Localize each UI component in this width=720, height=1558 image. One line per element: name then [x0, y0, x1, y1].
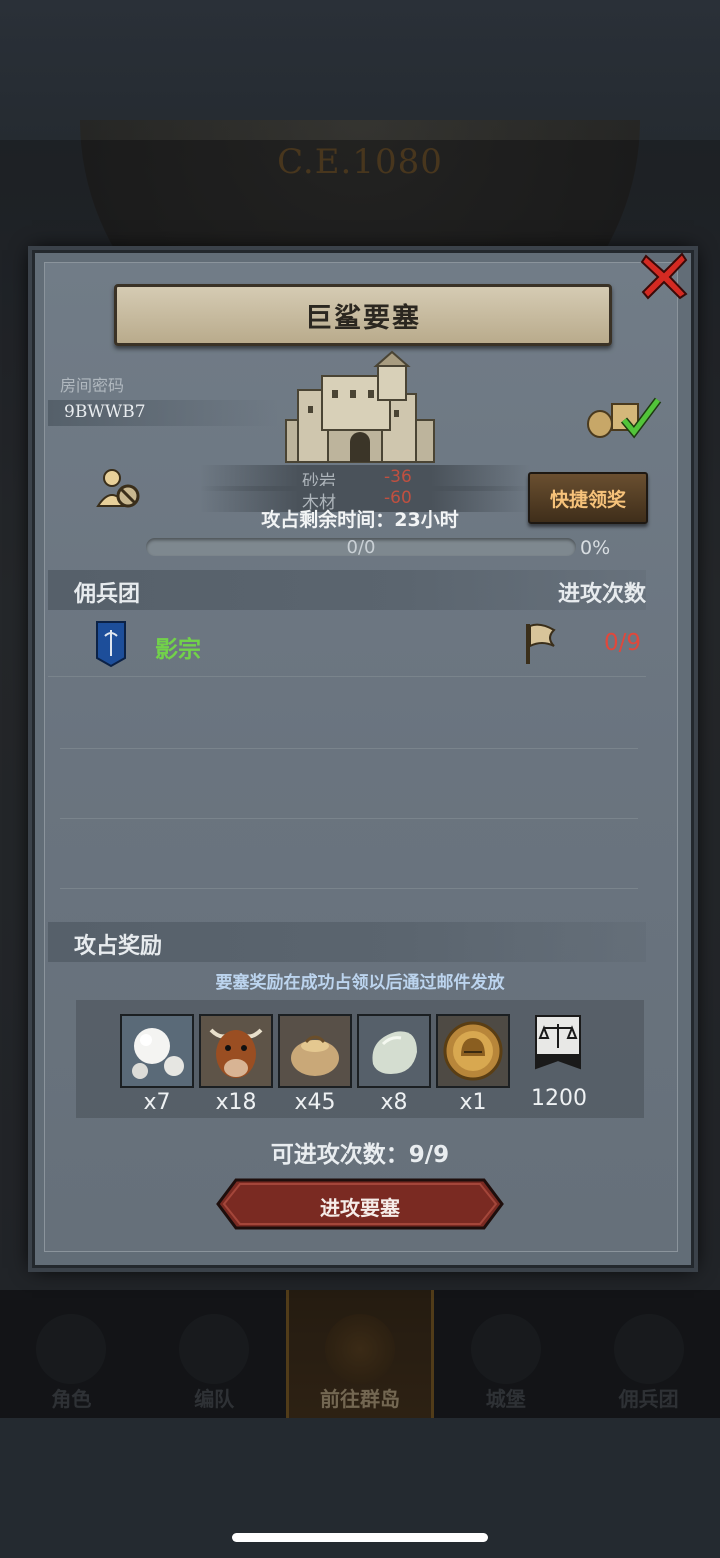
dialog-title: 巨鲨要塞 [305, 302, 421, 334]
room-password-label: 房间密码 [60, 376, 125, 395]
remaining-time: 攻占剩余时间：23小时 [261, 509, 459, 531]
reward-icon-frame [120, 1014, 194, 1088]
reward-icon-frame [436, 1014, 510, 1088]
home-indicator[interactable] [232, 1533, 488, 1542]
reward-quantity: x45 [294, 1090, 336, 1115]
reward-item[interactable]: x7 [120, 1014, 194, 1115]
cattle-icon [201, 1016, 271, 1086]
reward-icon-frame [199, 1014, 273, 1088]
reward-icon-frame [357, 1014, 431, 1088]
pearls-icon [122, 1016, 192, 1086]
reward-item[interactable]: x18 [199, 1014, 273, 1115]
justice-banner-icon [535, 1015, 581, 1070]
guild-attack-count: 0/9 [604, 630, 642, 656]
guild-name: 影宗 [155, 637, 201, 663]
flag-icon [526, 623, 556, 664]
reward-item[interactable]: x8 [357, 1014, 431, 1115]
reward-section-title: 攻占奖励 [74, 934, 163, 959]
title-plate: 巨鲨要塞 [114, 284, 612, 346]
gold-helmet-coin-icon [438, 1016, 508, 1086]
close-icon[interactable] [638, 250, 690, 302]
reward-item[interactable]: x1 [436, 1014, 510, 1115]
top-bar-background [0, 0, 720, 140]
sacks-check-icon[interactable] [584, 390, 664, 440]
mercenary-section-header: 佣兵团 进攻次数 [48, 570, 646, 610]
reward-item[interactable]: 1200 [522, 1014, 596, 1111]
reward-quantity: x18 [215, 1090, 257, 1115]
fortress-icon [285, 350, 435, 463]
reward-icon-frame [278, 1014, 352, 1088]
resource-value: -36 [384, 467, 412, 487]
available-attacks: 可进攻次数：9/9 [270, 1142, 450, 1168]
reward-item[interactable]: x45 [278, 1014, 352, 1115]
grain-sack-icon [280, 1016, 350, 1086]
reward-quantity: x1 [459, 1090, 487, 1115]
reward-quantity: x8 [380, 1090, 408, 1115]
reward-icon-frame [522, 1014, 592, 1084]
reward-section-header: 攻占奖励 [48, 922, 646, 962]
capture-progress-percent: 0% [580, 537, 611, 559]
attack-fortress-label: 进攻要塞 [320, 1196, 400, 1220]
list-divider [60, 748, 638, 749]
reward-note: 要塞奖励在成功占领以后通过邮件发放 [215, 973, 505, 993]
reward-quantity: 1200 [531, 1086, 587, 1111]
capture-progress-text: 0/0 [346, 537, 376, 558]
stone-icon [359, 1016, 429, 1086]
guild-banner-icon [96, 621, 126, 668]
list-divider [60, 888, 638, 889]
mercenary-section-title: 佣兵团 [74, 582, 141, 607]
no-user-icon[interactable] [96, 466, 144, 510]
attack-count-title: 进攻次数 [557, 582, 646, 607]
list-divider [60, 818, 638, 819]
room-code: 9BWWB7 [64, 402, 146, 422]
reward-quantity: x7 [143, 1090, 171, 1115]
